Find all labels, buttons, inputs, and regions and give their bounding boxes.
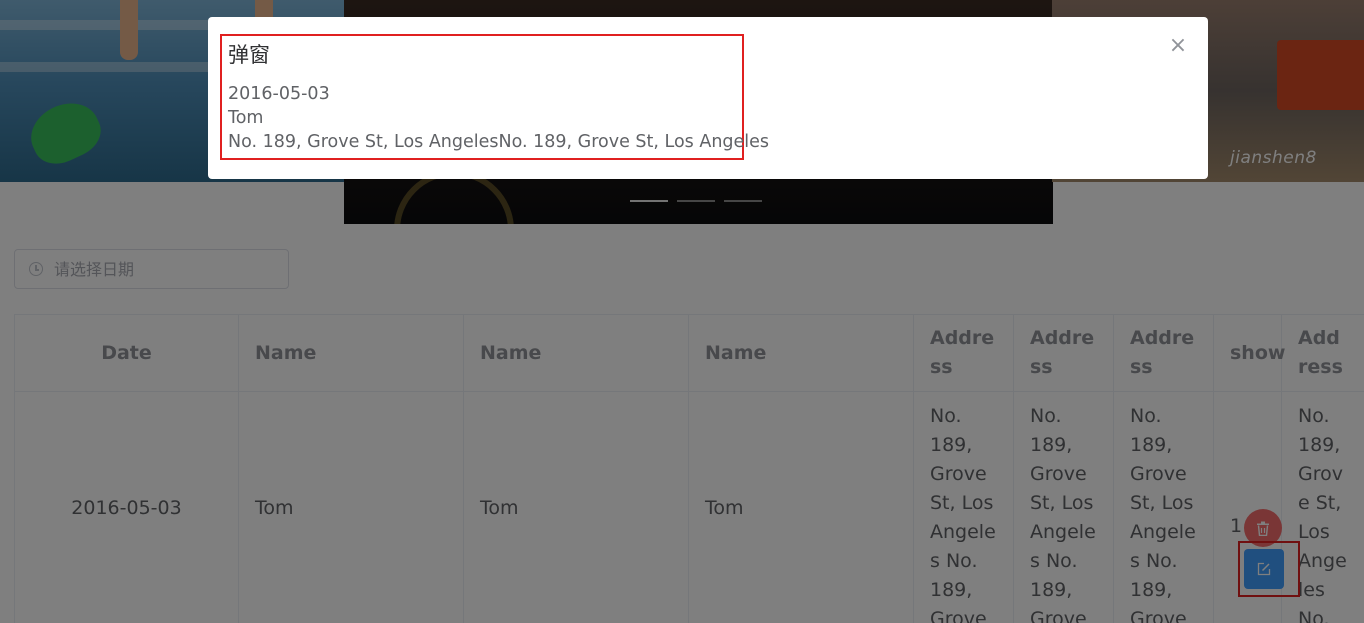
close-button[interactable]: × (1168, 35, 1188, 57)
dialog-date: 2016-05-03 (228, 84, 330, 104)
dialog: × 弹窗 2016-05-03 Tom No. 189, Grove St, L… (208, 17, 1208, 179)
dialog-title: 弹窗 (228, 43, 270, 67)
dialog-name: Tom (228, 108, 264, 128)
dialog-content-highlight: 弹窗 2016-05-03 Tom No. 189, Grove St, Los… (220, 34, 770, 160)
dialog-address: No. 189, Grove St, Los AngelesNo. 189, G… (228, 132, 770, 152)
